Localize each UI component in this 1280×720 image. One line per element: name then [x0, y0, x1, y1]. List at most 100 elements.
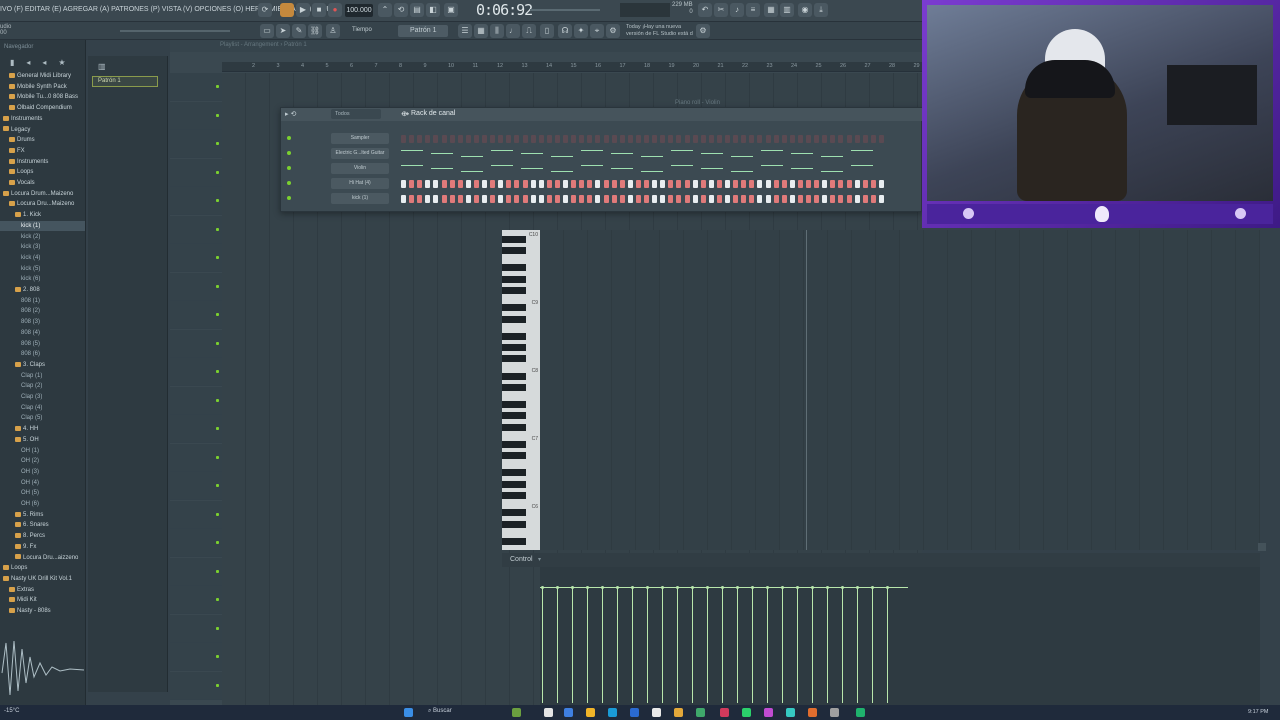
piano-black-key[interactable] — [502, 452, 526, 460]
mic-icon[interactable]: ♪ — [730, 3, 744, 17]
browser-file[interactable]: Clap (1) — [0, 371, 85, 381]
step-button[interactable] — [401, 135, 406, 143]
step-button[interactable] — [579, 195, 585, 203]
step-button[interactable] — [538, 180, 544, 188]
step-button[interactable] — [571, 180, 577, 188]
step-button[interactable] — [806, 180, 811, 188]
step-button[interactable] — [660, 180, 666, 188]
track-led[interactable] — [216, 541, 219, 544]
track-led[interactable] — [216, 170, 219, 174]
step-button[interactable] — [814, 135, 820, 143]
track-header[interactable] — [170, 443, 222, 472]
step-button[interactable] — [725, 180, 730, 188]
step-button[interactable] — [757, 180, 763, 188]
piano-black-key[interactable] — [502, 372, 526, 380]
step-button[interactable] — [530, 180, 536, 188]
step-button[interactable] — [401, 195, 406, 203]
velocity-stem[interactable] — [572, 587, 573, 703]
weather-widget[interactable]: -15°C — [4, 708, 19, 714]
browser-folder[interactable]: Nasty UK Drill Kit Vol.1 — [0, 574, 85, 584]
whatsapp-icon[interactable] — [856, 708, 865, 717]
piano-roll-icon[interactable]: ▥ — [780, 3, 794, 17]
step-button[interactable] — [822, 180, 828, 188]
step-button[interactable] — [465, 195, 471, 203]
app-icon-3[interactable] — [720, 708, 729, 717]
track-header[interactable] — [170, 130, 222, 158]
record-mode-icon[interactable]: ⟳ — [258, 3, 272, 17]
step-button[interactable] — [700, 195, 706, 203]
step-button[interactable] — [595, 195, 601, 203]
step-button[interactable] — [619, 135, 625, 143]
rack-filter[interactable]: Todos — [331, 109, 381, 119]
step-button[interactable] — [546, 180, 552, 188]
track-led[interactable] — [216, 512, 219, 516]
velocity-stem[interactable] — [842, 587, 843, 703]
step-button[interactable] — [684, 195, 690, 203]
track-header[interactable] — [170, 73, 222, 101]
step-button[interactable] — [554, 180, 560, 188]
step-button[interactable] — [627, 135, 633, 143]
piano-black-key[interactable] — [502, 537, 526, 545]
step-button[interactable] — [482, 195, 487, 203]
browser-file[interactable]: kick (3) — [0, 242, 85, 252]
step-button[interactable] — [781, 135, 787, 143]
taskbar-search[interactable]: ⌕ Buscar — [428, 708, 498, 717]
step-button[interactable] — [587, 135, 593, 143]
master-pitch-slider[interactable] — [530, 9, 600, 11]
track-led[interactable] — [216, 341, 219, 345]
step-button[interactable] — [660, 195, 666, 203]
track-header[interactable] — [170, 614, 222, 643]
browser-folder[interactable]: Midi Kit — [0, 595, 85, 605]
step-button[interactable] — [846, 195, 852, 203]
track-led[interactable] — [216, 142, 219, 145]
step-button[interactable] — [465, 180, 471, 188]
track-led[interactable] — [216, 683, 219, 687]
step-button[interactable] — [498, 180, 504, 188]
browser-file[interactable]: OH (3) — [0, 467, 85, 477]
mail-icon[interactable] — [630, 708, 639, 717]
step-button[interactable] — [611, 195, 617, 203]
step-button[interactable] — [514, 180, 520, 188]
browser-folder[interactable]: 9. Fx — [0, 542, 85, 552]
step-button[interactable] — [457, 195, 463, 203]
track-header[interactable] — [170, 557, 222, 586]
browser-file[interactable]: 808 (6) — [0, 349, 85, 359]
channel-led[interactable] — [287, 181, 291, 185]
track-header[interactable] — [170, 472, 222, 500]
step-button[interactable] — [652, 135, 658, 143]
browser-file[interactable]: Clap (3) — [0, 392, 85, 402]
step-button[interactable] — [522, 195, 528, 203]
app-icon-7[interactable] — [830, 708, 839, 717]
step-button[interactable] — [789, 195, 795, 203]
app-icon-2[interactable] — [696, 708, 705, 717]
step-button[interactable] — [490, 135, 496, 143]
track-header[interactable] — [170, 529, 222, 557]
step-button[interactable] — [741, 135, 747, 143]
piano-black-key[interactable] — [502, 275, 526, 283]
app-icon-6[interactable] — [808, 708, 817, 717]
velocity-stem[interactable] — [782, 587, 783, 703]
step-button[interactable] — [749, 135, 755, 143]
step-button[interactable] — [425, 180, 431, 188]
piano-roll-grid[interactable] — [540, 230, 1260, 550]
step-button[interactable] — [595, 135, 601, 143]
step-button[interactable] — [668, 195, 674, 203]
step-button[interactable] — [401, 180, 406, 188]
step-button[interactable] — [765, 135, 771, 143]
browser-file[interactable]: kick (4) — [0, 253, 85, 263]
browser-file[interactable]: 808 (5) — [0, 339, 85, 349]
browser-file[interactable]: OH (6) — [0, 499, 85, 509]
browser-tools[interactable]: ▮◂◂★ — [10, 58, 78, 67]
pattern-grid-icon[interactable]: ▥ — [98, 62, 106, 71]
velocity-stem[interactable] — [887, 587, 888, 703]
track-led[interactable] — [216, 598, 219, 601]
piano-black-key[interactable] — [502, 509, 526, 517]
track-led[interactable] — [216, 113, 219, 117]
browser-folder[interactable]: Drums — [0, 135, 85, 145]
step-button[interactable] — [490, 195, 496, 203]
channel-rack-icon[interactable]: ▦ — [764, 3, 778, 17]
playlist-icon[interactable]: ☰ — [458, 24, 472, 38]
step-button[interactable] — [635, 195, 641, 203]
step-button[interactable] — [506, 135, 512, 143]
step-button[interactable] — [473, 135, 479, 143]
